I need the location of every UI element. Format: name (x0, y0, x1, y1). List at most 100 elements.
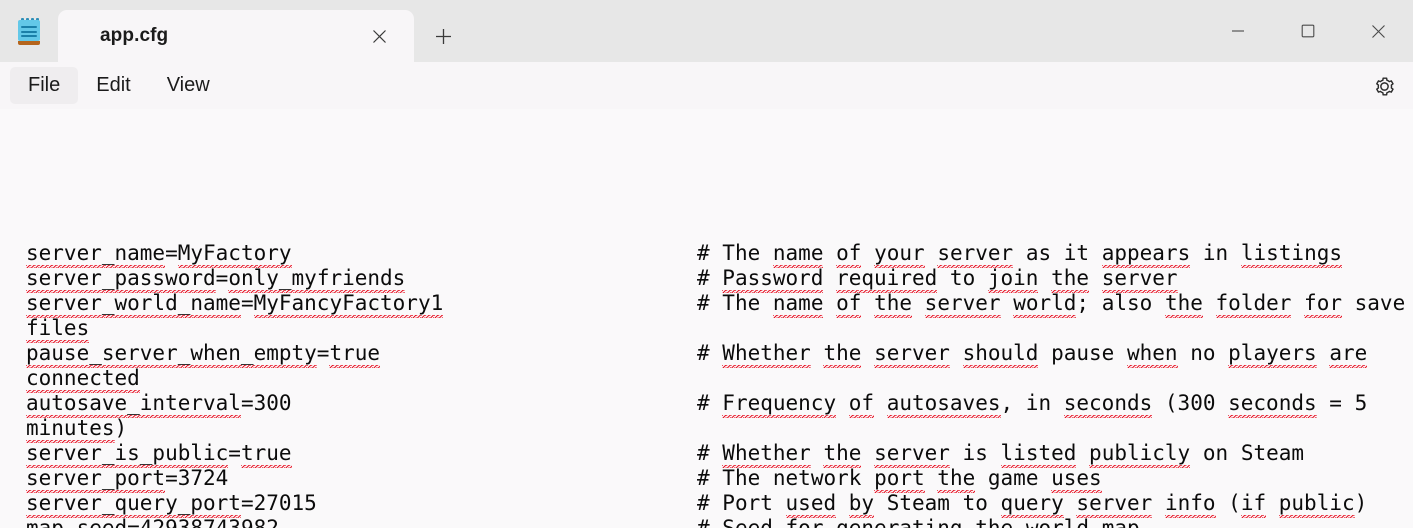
misspelled-word: files (26, 316, 90, 343)
misspelled-word: server (1076, 491, 1153, 518)
misspelled-word: of (848, 391, 875, 418)
misspelled-word: query (1000, 491, 1064, 518)
misspelled-word: server (937, 241, 1014, 268)
config-comment-line: # Whether the server is listed publicly … (697, 441, 1413, 468)
config-key-line: pause_server_when_empty=true (26, 341, 658, 368)
misspelled-word: port (874, 466, 925, 493)
misspelled-word: are (1329, 341, 1368, 368)
app-icon (0, 0, 58, 62)
misspelled-word: the (823, 441, 862, 468)
config-key-line: server_password=only_myfriends (26, 266, 658, 293)
menu-item-view[interactable]: View (149, 67, 228, 104)
minimize-button[interactable] (1203, 0, 1273, 62)
misspelled-word: server (874, 441, 950, 468)
misspelled-word: seconds (1063, 391, 1153, 418)
config-comment-line: # The name of your server as it appears … (697, 241, 1413, 268)
config-keys-column: server_name=MyFactory server_password=onl… (26, 241, 658, 528)
maximize-button[interactable] (1273, 0, 1343, 62)
misspelled-word: for (1304, 291, 1342, 318)
config-key-line: connected (26, 366, 658, 393)
config-comment-line (697, 366, 1413, 391)
config-comment-line: # Whether the server should pause when n… (697, 341, 1413, 368)
config-comment-line: # The network port the game uses (697, 466, 1413, 493)
misspelled-word: server (874, 341, 950, 368)
misspelled-word: the (1164, 291, 1203, 318)
misspelled-word: Password (722, 266, 824, 293)
config-key-line: server_world_name=MyFancyFactory1 (26, 291, 658, 318)
misspelled-word: server_query_port (26, 491, 241, 518)
misspelled-word: folder (1215, 291, 1292, 318)
config-key-line: server_query_port=27015 (26, 491, 658, 518)
misspelled-word: world (1013, 291, 1077, 318)
menu-item-file-label: File (28, 74, 61, 96)
misspelled-word: when (1126, 341, 1178, 368)
config-comment-line: # Password required to join the server (697, 266, 1413, 293)
config-comment-line (697, 316, 1413, 341)
misspelled-word: for (785, 516, 824, 528)
misspelled-word: true (240, 441, 292, 468)
misspelled-word: true (329, 341, 381, 368)
misspelled-word: Frequency (722, 391, 837, 418)
misspelled-word: seconds (1228, 391, 1317, 418)
menu-item-file[interactable]: File (10, 67, 79, 104)
notepad-icon (17, 17, 41, 45)
titlebar: app.cfg (0, 0, 1413, 62)
config-key-line: map_seed=42938743982 (26, 516, 658, 528)
config-key-line: files (26, 316, 658, 343)
misspelled-word: publicly (1089, 441, 1191, 468)
misspelled-word: join (987, 266, 1039, 293)
tab-close-icon[interactable] (358, 19, 400, 53)
misspelled-word: server (924, 291, 1001, 318)
menu-item-edit[interactable]: Edit (78, 67, 148, 104)
misspelled-word: the (937, 466, 976, 493)
misspelled-word: appears (1101, 241, 1191, 268)
config-comment-line: # The name of the server world; also the… (697, 291, 1413, 318)
tab-app-cfg[interactable]: app.cfg (58, 10, 414, 62)
misspelled-word: name (772, 241, 824, 268)
close-window-button[interactable] (1343, 0, 1413, 62)
misspelled-word: server_is_public (26, 441, 229, 468)
misspelled-word: Whether (722, 441, 811, 468)
misspelled-word: name (772, 291, 824, 318)
misspelled-word: server_world_name (26, 291, 241, 318)
tab-title: app.cfg (100, 25, 169, 46)
misspelled-word: should (962, 341, 1039, 368)
misspelled-word: the (975, 516, 1014, 528)
window-controls (1203, 0, 1413, 62)
text-editor-area[interactable]: server_name=MyFactory server_password=onl… (0, 109, 1413, 528)
menubar: File Edit View (0, 62, 1413, 109)
new-tab-button[interactable] (414, 10, 472, 62)
misspelled-word: listed (1000, 441, 1077, 468)
misspelled-word: by (848, 491, 875, 518)
menu-item-view-label: View (166, 74, 210, 96)
misspelled-word: autosave_interval (26, 391, 241, 418)
misspelled-word: MyFactory (177, 241, 292, 268)
misspelled-word: connected (26, 366, 140, 393)
misspelled-word: MyFancyFactory1 (253, 291, 444, 318)
gear-icon (1375, 76, 1394, 96)
config-comments-column: # The name of your server as it appears … (697, 241, 1413, 528)
misspelled-word: generating (836, 516, 963, 528)
misspelled-word: required (836, 266, 938, 293)
misspelled-word: the (1051, 266, 1090, 293)
misspelled-word: the (874, 291, 913, 318)
misspelled-word: server (1101, 266, 1178, 293)
misspelled-word: server_name (26, 241, 166, 268)
config-key-line: server_port=3724 (26, 466, 658, 493)
misspelled-word: public (1278, 491, 1355, 518)
config-comment-line: # Frequency of autosaves, in seconds (30… (697, 391, 1413, 418)
menu-item-edit-label: Edit (96, 74, 131, 96)
misspelled-word: players (1228, 341, 1317, 368)
misspelled-word: map_seed (26, 516, 128, 528)
misspelled-word: Seed (722, 516, 773, 528)
misspelled-word: of (836, 291, 862, 318)
config-comment-line (697, 416, 1413, 441)
misspelled-word: uses (1051, 466, 1102, 493)
settings-button[interactable] (1367, 69, 1401, 103)
misspelled-word: server_port (26, 466, 166, 493)
misspelled-word: pause_server_when_empty (26, 341, 317, 368)
misspelled-word: your (874, 241, 925, 268)
misspelled-word: server_password (26, 266, 216, 293)
config-key-line: server_name=MyFactory (26, 241, 658, 268)
misspelled-word: autosaves (886, 391, 1001, 418)
